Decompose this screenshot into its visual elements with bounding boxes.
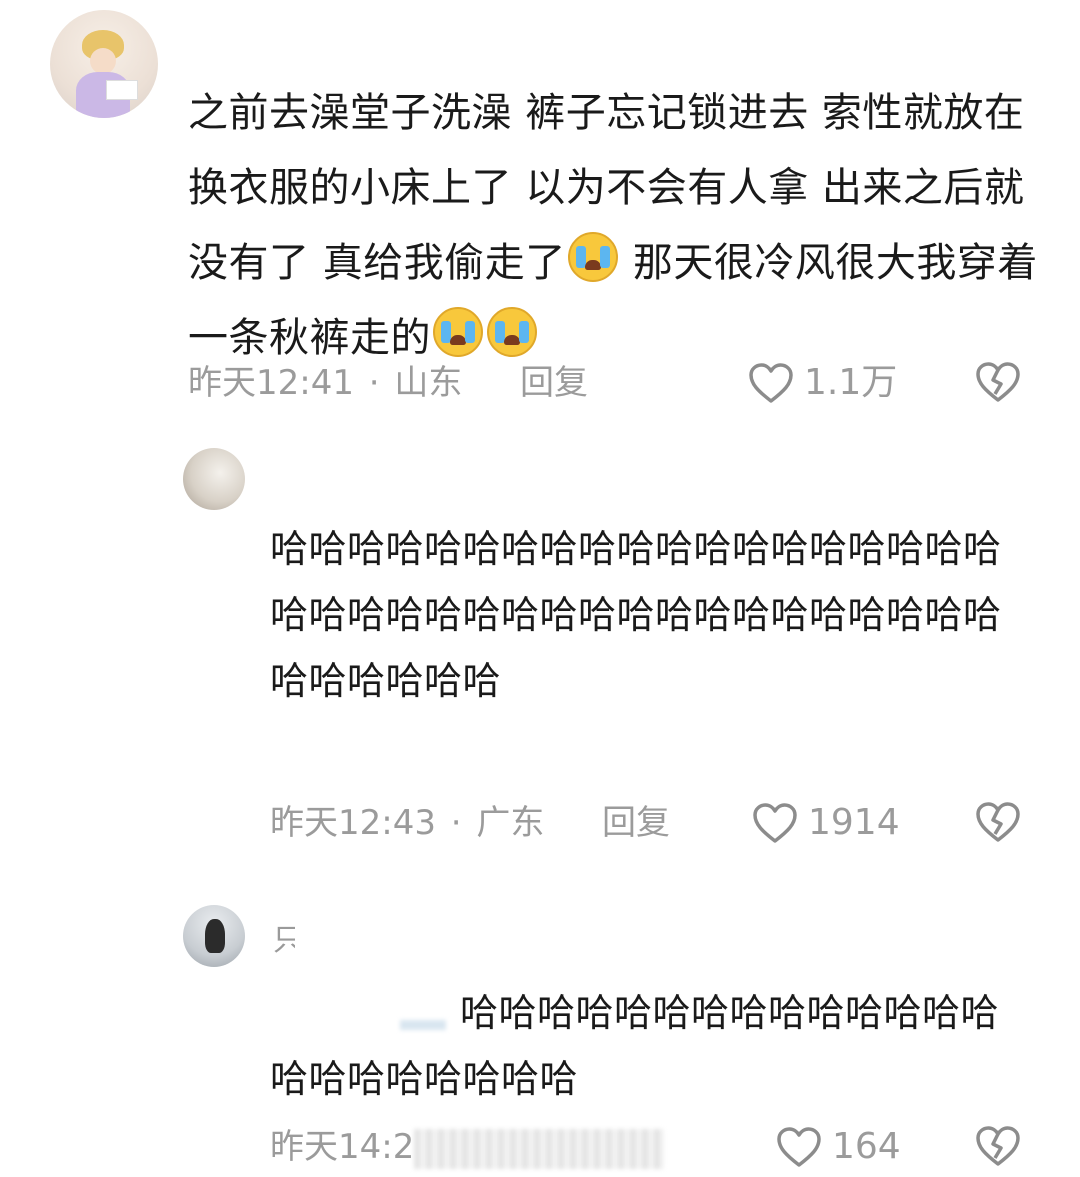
- comment-time: 昨天12:41: [188, 363, 354, 403]
- avatar[interactable]: [50, 10, 158, 118]
- avatar-face: [90, 48, 116, 74]
- like-button[interactable]: 164: [776, 1122, 901, 1172]
- like-count: 1914: [808, 802, 900, 843]
- comment-time: 昨天14:2: [270, 1127, 415, 1167]
- comment-text: 哈哈哈哈哈哈哈哈哈哈哈哈哈哈哈哈哈哈哈哈哈哈: [270, 980, 1030, 1112]
- comment-text: 之前去澡堂子洗澡 裤子忘记锁进去 索性就放在换衣服的小床上了 以为不会有人拿 出…: [188, 76, 1038, 376]
- broken-heart-icon: [976, 1126, 1020, 1166]
- broken-heart-icon: [976, 362, 1020, 402]
- loudly-crying-face-icon: [487, 307, 537, 357]
- loudly-crying-face-icon: [433, 307, 483, 357]
- heart-outline-icon: [753, 803, 797, 843]
- heart-outline-icon: [777, 1127, 821, 1167]
- like-button[interactable]: 1914: [752, 798, 900, 848]
- broken-heart-icon: [976, 802, 1020, 842]
- dislike-button[interactable]: [974, 360, 1022, 408]
- comment-text-body: 哈哈哈哈哈哈哈哈哈哈哈哈哈哈哈哈哈哈哈哈哈哈: [270, 991, 1000, 1101]
- avatar[interactable]: [183, 448, 245, 510]
- reply-button[interactable]: 回复: [602, 798, 670, 848]
- meta-separator: ·: [450, 803, 462, 843]
- like-button[interactable]: 1.1万: [748, 358, 897, 408]
- username[interactable]: 只: [273, 915, 295, 959]
- avatar-figure: [205, 919, 225, 953]
- like-count: 164: [832, 1126, 901, 1167]
- redacted-area: [414, 1128, 665, 1169]
- comment-meta: 昨天12:43 · 广东: [270, 798, 544, 848]
- heart-outline-icon: [749, 363, 793, 403]
- loudly-crying-face-icon: [567, 232, 618, 282]
- comment-meta: 昨天12:41 · 山东: [188, 358, 462, 408]
- meta-separator: ·: [368, 363, 380, 403]
- comment-location: 广东: [476, 803, 545, 843]
- comment-location: 山东: [394, 363, 463, 403]
- comment-time: 昨天12:43: [270, 803, 436, 843]
- comment-meta: 昨天14:2: [270, 1122, 665, 1172]
- dislike-button[interactable]: [974, 800, 1022, 848]
- dislike-button[interactable]: [974, 1124, 1022, 1172]
- avatar[interactable]: [183, 905, 245, 967]
- avatar-cake: [106, 80, 138, 100]
- like-count: 1.1万: [804, 362, 898, 403]
- reply-button[interactable]: 回复: [520, 358, 588, 408]
- comment-text: 哈哈哈哈哈哈哈哈哈哈哈哈哈哈哈哈哈哈哈哈哈哈哈哈哈哈哈哈哈哈哈哈哈哈哈哈哈哈哈哈…: [270, 527, 1002, 703]
